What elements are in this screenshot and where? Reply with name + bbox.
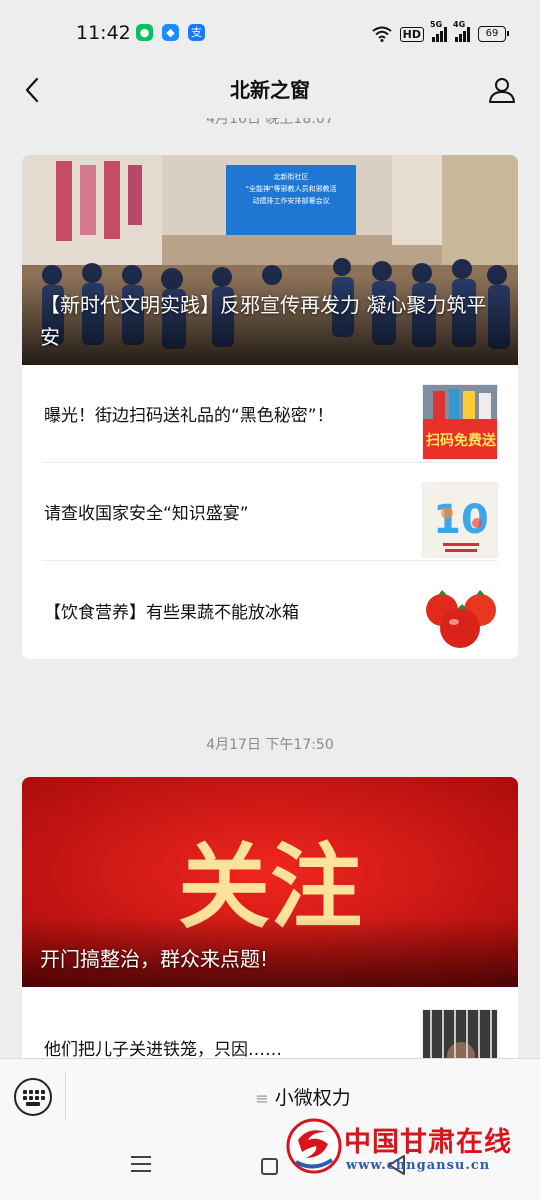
status-time: 11:42 xyxy=(76,22,131,44)
cover-article-title: 开门搞整治，群众来点题! xyxy=(40,947,269,971)
timestamp: 4月17日 下午17:50 xyxy=(206,737,334,753)
list-item[interactable]: 【饮食营养】有些果蔬不能放冰箱 xyxy=(42,561,498,659)
list-item[interactable]: 请查收国家安全“知识盛宴” 10 xyxy=(42,463,498,561)
sim1-network-label: 5G xyxy=(430,20,443,29)
article-title: 【饮食营养】有些果蔬不能放冰箱 xyxy=(44,602,299,623)
signal-icon-sim1: 5G xyxy=(430,20,447,42)
article-card: 关注 开门搞整治，群众来点题! 他们把儿子关进铁笼，只因…… xyxy=(22,777,518,1058)
cover-article[interactable]: 关注 开门搞整治，群众来点题! xyxy=(22,777,518,987)
menu-item-label: 小微权力 xyxy=(274,1087,351,1109)
cover-article[interactable]: 北新街社区 “全能神”等邪教人员和邪教活 动摸排工作安排部署会议 【新时代文明实… xyxy=(22,155,518,365)
screen-line: 北新街社区 xyxy=(274,172,309,181)
article-thumbnail xyxy=(422,1009,498,1058)
site-logo xyxy=(286,1118,342,1174)
list-item[interactable]: 他们把儿子关进铁笼，只因…… xyxy=(42,987,498,1058)
recent-apps-button[interactable] xyxy=(131,1156,151,1174)
article-thumbnail xyxy=(422,580,498,656)
site-name: 中国甘肃在线 xyxy=(344,1127,512,1158)
screen-line: “全能神”等邪教人员和邪教活 xyxy=(245,184,336,193)
article-thumbnail: 10 xyxy=(422,482,498,558)
hd-voice-badge: HD xyxy=(399,26,424,42)
status-indicators: HD 5G 4G 69 xyxy=(372,20,509,44)
home-button[interactable] xyxy=(261,1158,278,1175)
article-thumbnail: 扫码免费送 xyxy=(422,384,498,460)
battery-icon: 69 xyxy=(478,26,509,42)
sim2-network-label: 4G xyxy=(453,20,466,29)
account-profile-button[interactable] xyxy=(484,72,520,108)
site-url: www.chngansu.cn xyxy=(346,1158,491,1173)
status-bar: 11:42 ● ◆ 支 HD 5G 4G 69 xyxy=(0,0,540,66)
signal-icon-sim2: 4G xyxy=(453,20,470,42)
article-title: 曝光！街边扫码送礼品的“黑色秘密”！ xyxy=(44,406,334,426)
screen-line: 动摸排工作安排部署会议 xyxy=(253,196,330,205)
keyboard-toggle-button[interactable] xyxy=(14,1078,52,1116)
list-item[interactable]: 曝光！街边扫码送礼品的“黑色秘密”！ 扫码免费送 xyxy=(42,365,498,463)
thumb-caption: 扫码免费送 xyxy=(426,432,497,449)
article-title: 请查收国家安全“知识盛宴” xyxy=(44,504,249,524)
page-title: 北新之窗 xyxy=(230,78,310,102)
alipay-icon: 支 xyxy=(188,24,205,41)
browser-icon: ◆ xyxy=(162,24,179,41)
nav-bar: 北新之窗 xyxy=(0,66,540,118)
wechat-icon: ● xyxy=(136,24,153,41)
article-card: 北新街社区 “全能神”等邪教人员和邪教活 动摸排工作安排部署会议 【新时代文明实… xyxy=(22,155,518,659)
article-title: 他们把儿子关进铁笼，只因…… xyxy=(44,1039,282,1059)
person-icon xyxy=(489,78,515,103)
timestamp: 4月16日 晚上18:07 xyxy=(206,118,334,127)
wifi-icon xyxy=(372,26,392,42)
menu-item-xiaowei-quanli[interactable]: ≡ 小微权力 xyxy=(66,1083,540,1110)
site-watermark: 中国甘肃在线 www.chngansu.cn xyxy=(282,1114,538,1184)
cover-article-title: 【新时代文明实践】反邪宣传再发力 凝心聚力筑平安 xyxy=(40,293,487,349)
menu-list-icon: ≡ xyxy=(255,1089,269,1108)
article-feed[interactable]: 4月16日 晚上18:07 北新街社区 “全能神”等邪教人员和邪教活 动摸排工作… xyxy=(0,118,540,1058)
